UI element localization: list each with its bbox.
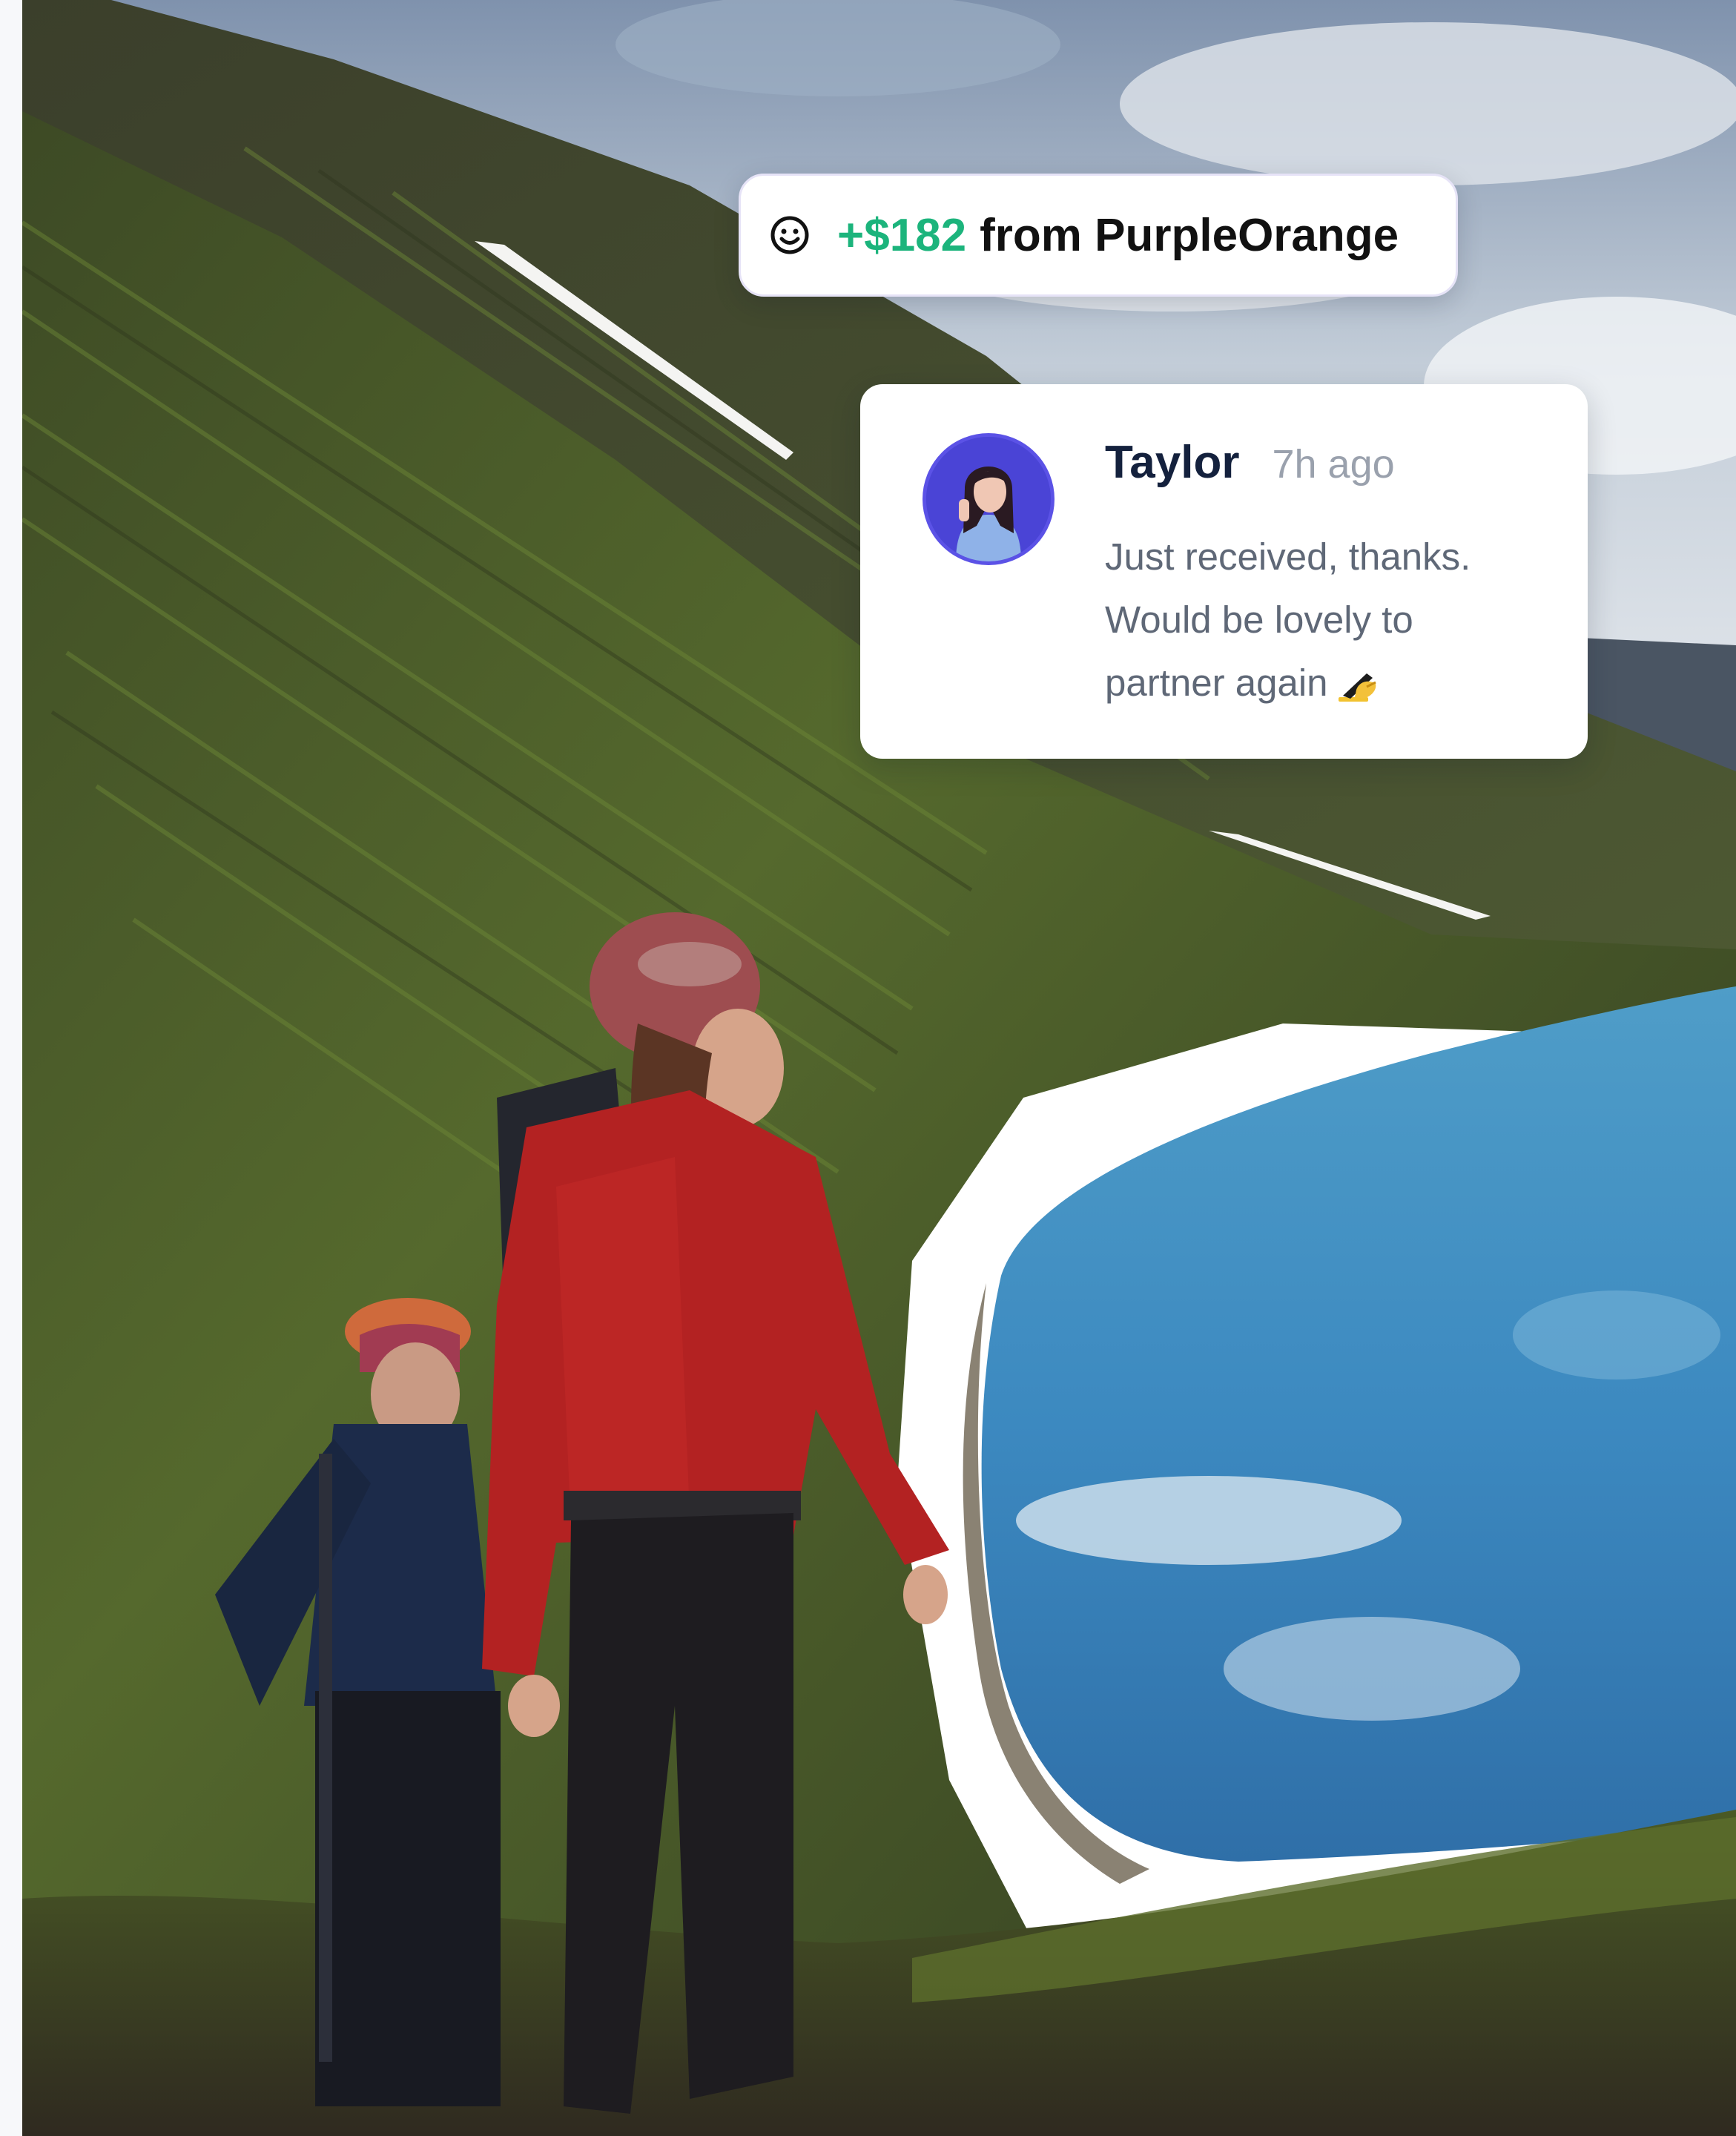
message-line-3-text: partner again: [1105, 662, 1328, 704]
left-gutter: [0, 0, 23, 2136]
avatar-portrait: [926, 437, 1051, 561]
payment-source: from PurpleOrange: [980, 209, 1399, 261]
message-line-2: Would be lovely to: [1105, 599, 1413, 641]
message-timestamp: 7h ago: [1272, 442, 1395, 487]
hikers-photo: [22, 0, 1736, 2136]
avatar[interactable]: [923, 433, 1055, 565]
sender-name: Taylor: [1105, 437, 1240, 488]
message-line-3: partner again: [1105, 651, 1550, 714]
hikers-photo-illustration: [22, 0, 1736, 2136]
sender-row: Taylor 7h ago: [1105, 436, 1395, 489]
smile-icon: [770, 216, 809, 254]
message-body: Just received, thanks. Would be lovely t…: [1105, 525, 1550, 714]
page: +$182 from PurpleOrange Taylor 7h ago Ju…: [0, 0, 1736, 2136]
payment-amount: +$182: [837, 209, 967, 261]
message-line-1: Just received, thanks.: [1105, 535, 1471, 578]
writing-hand-icon: [1338, 673, 1376, 702]
payment-notification[interactable]: +$182 from PurpleOrange: [739, 174, 1458, 297]
message-card[interactable]: Taylor 7h ago Just received, thanks. Wou…: [860, 384, 1588, 759]
